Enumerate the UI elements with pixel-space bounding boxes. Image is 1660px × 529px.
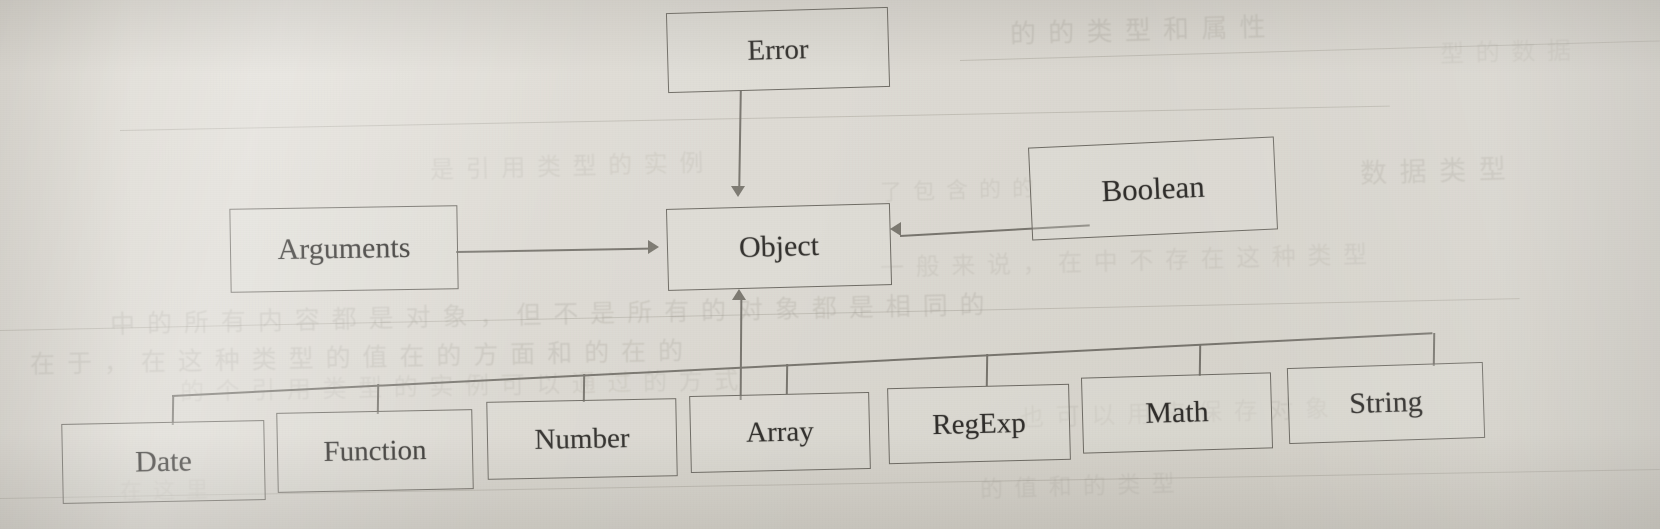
paper-sheen-overlay — [0, 0, 1660, 529]
scanned-page: 的 的 类 型 和 属 性型 的 数 据是 引 用 类 型 的 实 例数 据 类… — [0, 0, 1660, 529]
